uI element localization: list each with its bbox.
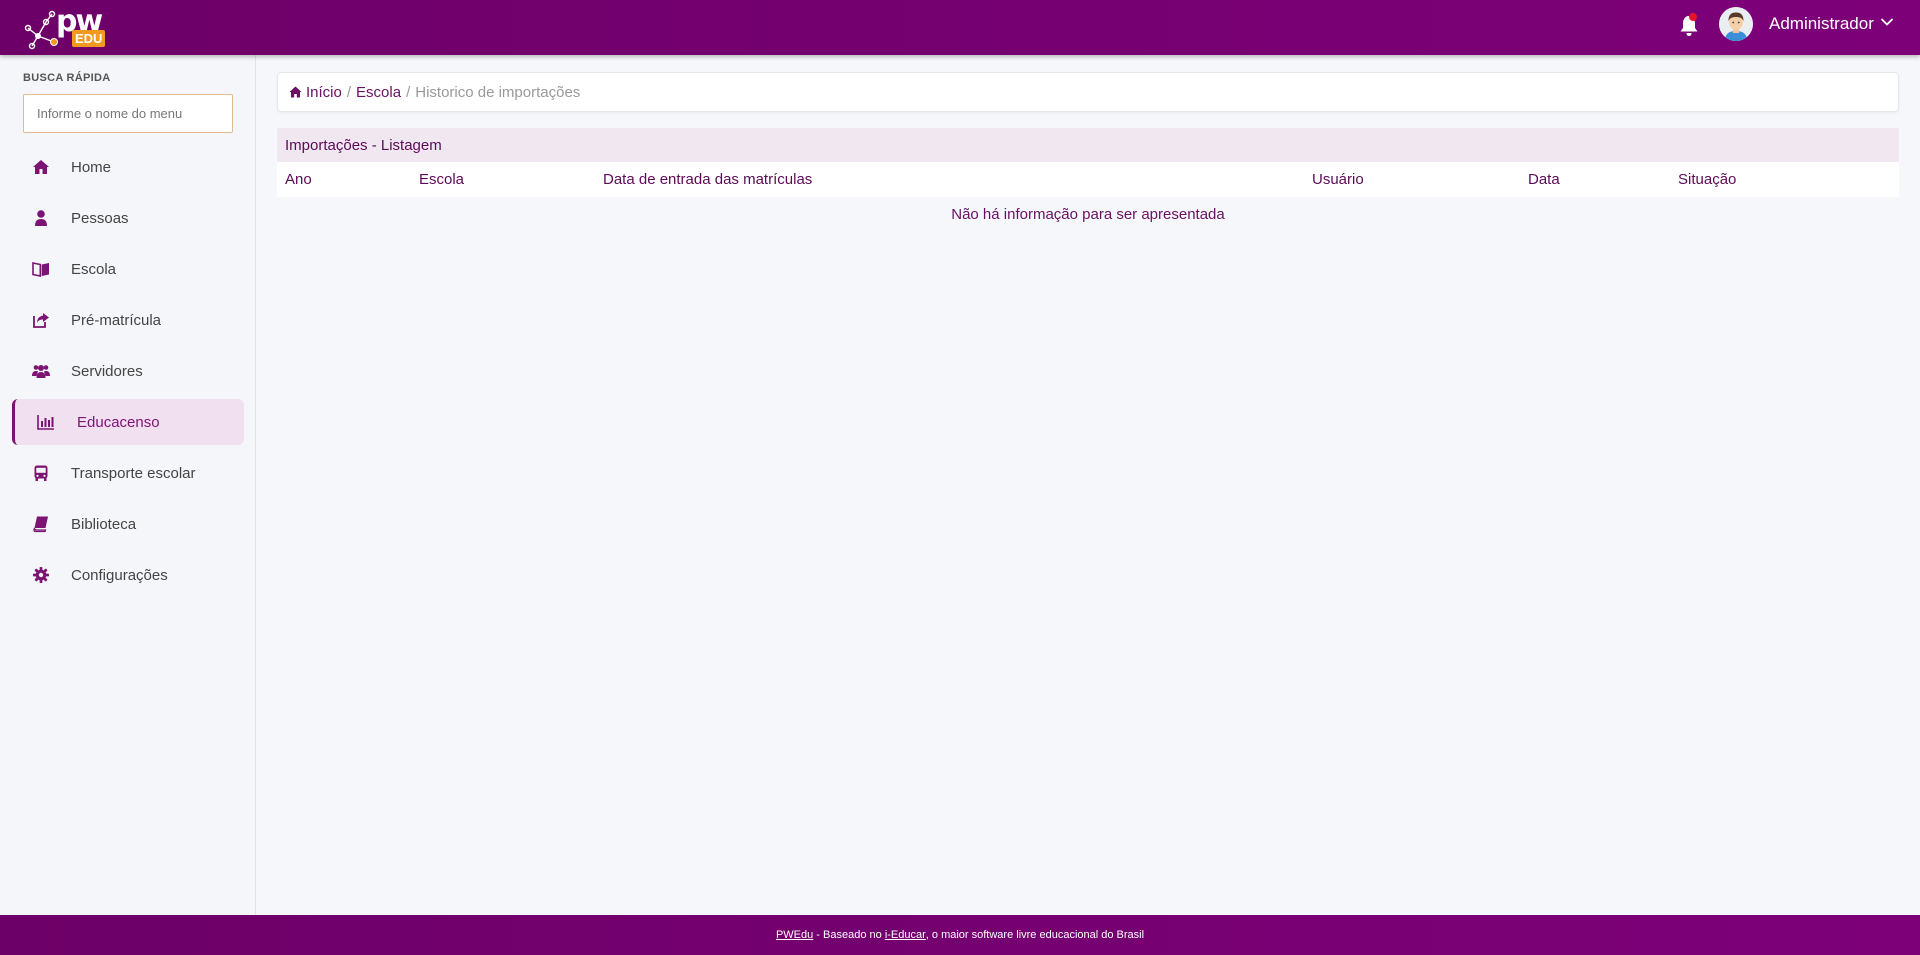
footer: PWEdu - Baseado no i-Educar , o maior so… [0, 915, 1920, 955]
user-name[interactable]: Administrador [1769, 13, 1874, 35]
user-icon [35, 210, 47, 226]
sidebar-item-home[interactable]: Home [12, 144, 244, 190]
breadcrumb-home-link[interactable]: Início [306, 84, 342, 101]
sidebar-item-label: Servidores [71, 362, 143, 380]
bus-icon [34, 465, 48, 481]
sidebar: BUSCA RÁPIDA Home Pessoas Escola [0, 55, 256, 915]
sidebar-item-label: Pessoas [71, 209, 129, 227]
logo-badge: EDU [72, 30, 106, 47]
sidebar-item-servidores[interactable]: Servidores [12, 348, 244, 394]
panel-title: Importações - Listagem [277, 128, 1899, 162]
breadcrumb: Início / Escola / Historico de importaçõ… [277, 72, 1899, 112]
app-logo[interactable]: pw EDU [22, 6, 106, 50]
avatar[interactable] [1719, 7, 1753, 41]
sidebar-item-label: Home [71, 158, 112, 176]
sidebar-item-pre-matricula[interactable]: Pré-matrícula [12, 297, 244, 343]
sidebar-item-label: Escola [71, 260, 117, 278]
sidebar-item-label: Configurações [71, 566, 168, 584]
sidebar-item-transporte-escolar[interactable]: Transporte escolar [12, 450, 244, 496]
column-header-ano: Ano [285, 171, 312, 188]
empty-state-message: Não há informação para ser apresentada [951, 206, 1225, 223]
sidebar-item-educacenso[interactable]: Educacenso [12, 399, 244, 445]
quick-search-label: BUSCA RÁPIDA [23, 72, 111, 84]
footer-ieducar-link[interactable]: i-Educar [885, 929, 926, 941]
gear-icon [33, 567, 49, 583]
column-header-data-entrada: Data de entrada das matrículas [603, 171, 813, 188]
book-icon [33, 516, 48, 533]
sidebar-item-label: Transporte escolar [71, 464, 196, 482]
footer-text: - Baseado no [813, 929, 885, 941]
top-bar: pw EDU Administrador [0, 0, 1920, 55]
table-header: Ano Escola Data de entrada das matrícula… [277, 162, 1899, 197]
sidebar-item-configuracoes[interactable]: Configurações [12, 552, 244, 598]
sidebar-item-label: Biblioteca [71, 515, 137, 533]
breadcrumb-escola-link[interactable]: Escola [356, 84, 401, 101]
breadcrumb-separator: / [406, 83, 411, 101]
column-header-usuario: Usuário [1312, 171, 1364, 188]
footer-pwedu-link[interactable]: PWEdu [776, 929, 813, 941]
bar-chart-icon [37, 415, 54, 430]
sidebar-item-pessoas[interactable]: Pessoas [12, 195, 244, 241]
sidebar-item-biblioteca[interactable]: Biblioteca [12, 501, 244, 547]
sidebar-item-escola[interactable]: Escola [12, 246, 244, 292]
book-open-icon [32, 262, 49, 277]
notification-dot [1689, 13, 1697, 21]
quick-search-input[interactable] [23, 94, 233, 133]
user-avatar-icon [1719, 7, 1753, 41]
sidebar-item-label: Educacenso [77, 413, 160, 431]
breadcrumb-current: Historico de importações [415, 83, 581, 101]
home-icon [289, 86, 302, 98]
footer-text: , o maior software livre educacional do … [925, 929, 1145, 941]
chevron-down-icon[interactable] [1880, 15, 1894, 29]
column-header-escola: Escola [419, 171, 465, 188]
column-header-situacao: Situação [1678, 171, 1737, 188]
share-icon [33, 313, 49, 328]
sidebar-item-label: Pré-matrícula [71, 311, 162, 329]
column-header-data: Data [1528, 171, 1560, 188]
sidebar-menu: Home Pessoas Escola Pré-matrícula Servid… [12, 144, 244, 603]
home-icon [33, 160, 49, 174]
breadcrumb-separator: / [346, 83, 352, 101]
users-icon [32, 365, 50, 378]
